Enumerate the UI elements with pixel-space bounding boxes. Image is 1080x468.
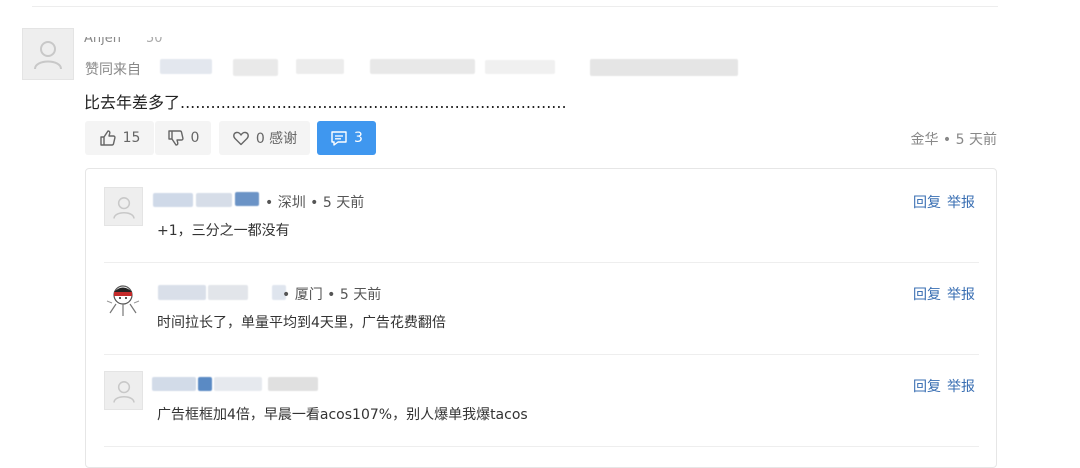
liker-names-redacted bbox=[233, 59, 278, 76]
reply-divider bbox=[104, 262, 979, 263]
reply-body: +1，三分之一都没有 bbox=[157, 223, 290, 239]
reply-username-redacted[interactable] bbox=[152, 377, 196, 391]
reply-username-redacted[interactable] bbox=[198, 377, 212, 391]
report-button[interactable]: 举报 bbox=[947, 379, 975, 395]
liker-names-redacted bbox=[485, 60, 555, 74]
comment-icon bbox=[331, 131, 347, 146]
top-divider bbox=[32, 6, 998, 7]
reply-username-redacted[interactable] bbox=[158, 285, 206, 300]
cartoon-avatar-icon bbox=[106, 285, 140, 316]
reply-body: 广告框框加4倍，早晨一看acos107%，别人爆单我爆tacos bbox=[157, 407, 528, 423]
reply-actions: 回复 举报 bbox=[913, 284, 975, 304]
reply-button[interactable]: 回复 bbox=[913, 287, 941, 303]
report-button[interactable]: 举报 bbox=[947, 195, 975, 211]
reply-divider bbox=[104, 446, 979, 447]
reply-avatar[interactable] bbox=[104, 187, 143, 226]
thanks-label: 0 感谢 bbox=[255, 131, 298, 147]
replies-count: 3 bbox=[354, 130, 363, 146]
like-count: 15 bbox=[122, 130, 141, 146]
liker-names-redacted bbox=[296, 59, 344, 74]
liked-from-label: 赞同来自 bbox=[85, 62, 141, 78]
heart-icon bbox=[232, 131, 249, 146]
like-button[interactable]: 15 bbox=[85, 121, 154, 155]
dislike-count: 0 bbox=[190, 130, 200, 146]
commenter-avatar[interactable] bbox=[22, 28, 74, 80]
comment-body: 比去年差多了..................................… bbox=[84, 93, 567, 112]
liker-names-redacted bbox=[370, 59, 475, 74]
reply-avatar[interactable] bbox=[104, 371, 143, 410]
comment-location-time: 金华 • 5 天前 bbox=[910, 132, 997, 148]
thumbs-up-icon bbox=[99, 130, 116, 146]
reply-actions: 回复 举报 bbox=[913, 192, 975, 212]
reply-username-redacted[interactable] bbox=[208, 285, 248, 300]
liker-names-redacted bbox=[160, 59, 212, 74]
reply-button[interactable]: 回复 bbox=[913, 379, 941, 395]
reply-avatar[interactable] bbox=[104, 279, 143, 318]
user-placeholder-icon bbox=[112, 196, 135, 219]
reply-username-redacted[interactable] bbox=[235, 192, 259, 206]
reply-location-time: • 厦门 • 5 天前 bbox=[282, 287, 382, 303]
reply-divider bbox=[104, 354, 979, 355]
commenter-number: 50 bbox=[146, 31, 163, 46]
reply-button[interactable]: 回复 bbox=[913, 195, 941, 211]
reply-body: 时间拉长了，单量平均到4天里，广告花费翻倍 bbox=[157, 315, 446, 331]
thanks-button[interactable]: 0 感谢 bbox=[219, 121, 310, 155]
reply-location-time: • 深圳 • 5 天前 bbox=[265, 195, 365, 211]
user-placeholder-icon bbox=[34, 41, 62, 70]
report-button[interactable]: 举报 bbox=[947, 287, 975, 303]
commenter-name[interactable]: Anjen bbox=[84, 37, 121, 46]
reply-actions: 回复 举报 bbox=[913, 376, 975, 396]
dislike-button[interactable]: 0 bbox=[155, 121, 211, 155]
reply-username-redacted[interactable] bbox=[268, 377, 318, 391]
thumbs-down-icon bbox=[167, 130, 184, 146]
replies-toggle-button[interactable]: 3 bbox=[317, 121, 376, 155]
user-placeholder-icon bbox=[112, 380, 135, 403]
reply-username-redacted[interactable] bbox=[153, 193, 193, 207]
liker-names-redacted bbox=[590, 59, 738, 76]
reply-username-redacted[interactable] bbox=[196, 193, 232, 207]
reply-username-redacted[interactable] bbox=[214, 377, 262, 391]
